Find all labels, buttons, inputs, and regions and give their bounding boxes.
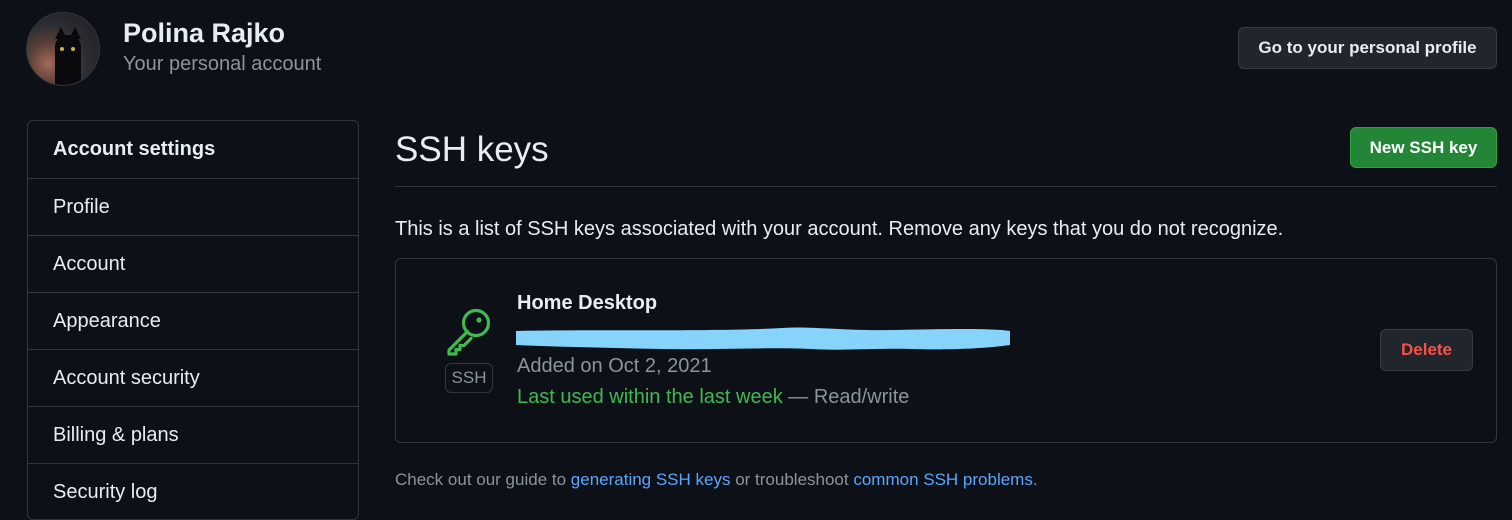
footer-note: Check out our guide to generating SSH ke… <box>395 470 1038 490</box>
sidebar-item-billing-plans[interactable]: Billing & plans <box>28 407 358 464</box>
go-to-profile-button[interactable]: Go to your personal profile <box>1238 27 1497 69</box>
title-divider <box>395 186 1497 187</box>
profile-name: Polina Rajko <box>123 18 286 48</box>
common-ssh-problems-link[interactable]: common SSH problems <box>853 470 1033 489</box>
ssh-keys-description: This is a list of SSH keys associated wi… <box>395 218 1284 240</box>
delete-key-button[interactable]: Delete <box>1380 329 1473 371</box>
key-last-used: Last used within the last week <box>517 386 783 408</box>
key-icon <box>444 307 492 357</box>
sidebar-item-appearance[interactable]: Appearance <box>28 293 358 350</box>
ssh-badge: SSH <box>445 363 493 393</box>
settings-sidebar: Account settings Profile Account Appeara… <box>27 120 359 520</box>
fingerprint-redaction <box>512 323 1014 355</box>
sidebar-item-security-log[interactable]: Security log <box>28 464 358 519</box>
footer-middle: or troubleshoot <box>730 470 854 489</box>
page-title: SSH keys <box>395 130 549 169</box>
key-access: — Read/write <box>782 386 910 408</box>
sidebar-item-account[interactable]: Account <box>28 236 358 293</box>
key-usage: Last used within the last week — Read/wr… <box>517 386 909 409</box>
sidebar-item-profile[interactable]: Profile <box>28 179 358 236</box>
sidebar-heading: Account settings <box>28 121 358 179</box>
new-ssh-key-button[interactable]: New SSH key <box>1350 127 1497 168</box>
profile-text: Polina Rajko Your personal account <box>123 18 322 78</box>
footer-suffix: . <box>1032 470 1038 489</box>
footer-prefix: Check out our guide to <box>395 470 571 489</box>
profile-header: Polina Rajko Your personal account <box>26 12 321 86</box>
generating-ssh-keys-link[interactable]: generating SSH keys <box>571 470 731 489</box>
profile-subtitle: Your personal account <box>123 53 322 75</box>
ssh-key-card: SSH Home Desktop Added on Oct 2, 2021 La… <box>395 258 1497 443</box>
key-title: Home Desktop <box>517 292 658 314</box>
sidebar-item-account-security[interactable]: Account security <box>28 350 358 407</box>
key-added-date: Added on Oct 2, 2021 <box>517 355 712 377</box>
avatar[interactable] <box>26 12 100 86</box>
